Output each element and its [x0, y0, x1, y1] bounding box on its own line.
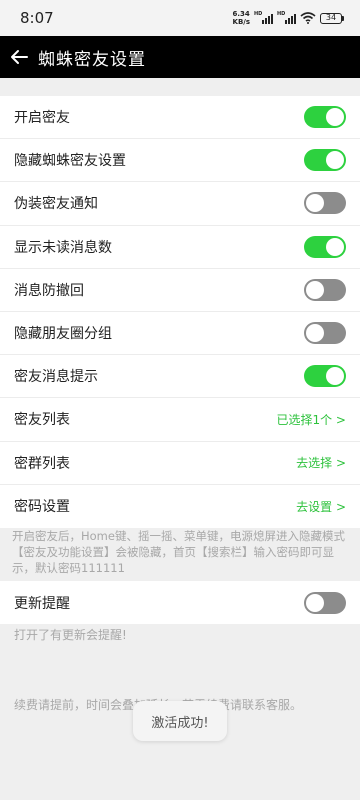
password-setting-link[interactable]: 去设置 >	[296, 498, 346, 515]
toast-message: 激活成功!	[133, 701, 227, 741]
status-bar: 8:07 6.34 KB/s HD HD 34	[0, 0, 360, 36]
setting-label: 伪装密友通知	[14, 196, 98, 213]
setting-label: 显示未读消息数	[14, 239, 112, 256]
signal-hd-label: HD	[254, 10, 263, 17]
setting-label: 隐藏朋友圈分组	[14, 326, 112, 343]
title-bar: 蜘蛛密友设置	[0, 36, 360, 78]
setting-row-password[interactable]: 密码设置 去设置 >	[0, 485, 360, 528]
toggle-switch-hide-moments-group[interactable]	[304, 322, 346, 345]
setting-label: 密友列表	[14, 412, 70, 429]
toggle-switch-message-alert[interactable]	[304, 365, 346, 388]
cell-signal-icon-2: HD	[277, 10, 296, 24]
settings-list: 开启密友 隐藏蜘蛛密友设置 伪装密友通知 显示未读消息数 消息防撤回 隐藏朋友圈…	[0, 96, 360, 528]
setting-label: 开启密友	[14, 110, 70, 127]
setting-label: 密码设置	[14, 499, 70, 516]
status-icons: 6.34 KB/s HD HD 34	[233, 10, 344, 26]
toggle-switch-disguise-notification[interactable]	[304, 192, 346, 215]
setting-label: 隐藏蜘蛛密友设置	[14, 153, 126, 170]
setting-row-hide-settings[interactable]: 隐藏蜘蛛密友设置	[0, 139, 360, 183]
setting-row-group-list[interactable]: 密群列表 去选择 >	[0, 442, 360, 485]
battery-icon: 34	[320, 12, 344, 24]
setting-row-friend-list[interactable]: 密友列表 已选择1个 >	[0, 398, 360, 442]
group-list-link[interactable]: 去选择 >	[296, 454, 346, 471]
toggle-switch-unread-count[interactable]	[304, 235, 346, 258]
setting-label: 消息防撤回	[14, 282, 84, 299]
update-hint: 打开了有更新会提醒!	[14, 628, 127, 642]
network-speed: 6.34 KB/s	[233, 10, 250, 26]
arrow-left-icon[interactable]	[8, 46, 30, 68]
setting-label: 密群列表	[14, 455, 70, 472]
network-speed-value: 6.34	[232, 10, 250, 18]
setting-row-hide-moments-group[interactable]: 隐藏朋友圈分组	[0, 312, 360, 356]
toggle-switch-enable-friend[interactable]	[304, 106, 346, 129]
setting-label: 密友消息提示	[14, 369, 98, 386]
network-speed-unit: KB/s	[232, 18, 250, 26]
setting-row-message-alert[interactable]: 密友消息提示	[0, 355, 360, 399]
cell-signal-icon: HD	[254, 10, 273, 24]
toggle-switch-update-reminder[interactable]	[304, 591, 346, 614]
setting-label: 更新提醒	[14, 595, 70, 612]
toggle-switch-hide-settings[interactable]	[304, 149, 346, 172]
wifi-icon	[300, 12, 316, 24]
battery-level: 34	[320, 12, 342, 24]
status-time: 8:07	[20, 9, 54, 27]
setting-row-enable-friend[interactable]: 开启密友	[0, 96, 360, 140]
signal-hd-label-2: HD	[277, 10, 286, 17]
setting-row-unread-count[interactable]: 显示未读消息数	[0, 226, 360, 269]
setting-row-anti-recall[interactable]: 消息防撤回	[0, 269, 360, 312]
setting-row-update-reminder[interactable]: 更新提醒	[0, 581, 360, 624]
friend-list-link[interactable]: 已选择1个 >	[276, 411, 346, 428]
page-title: 蜘蛛密友设置	[38, 49, 146, 70]
setting-row-disguise-notification[interactable]: 伪装密友通知	[0, 182, 360, 226]
hidden-mode-hint: 开启密友后，Home键、摇一摇、菜单键，电源熄屏进入隐藏模式【密友及功能设置】会…	[12, 529, 345, 575]
toggle-switch-anti-recall[interactable]	[304, 278, 346, 301]
